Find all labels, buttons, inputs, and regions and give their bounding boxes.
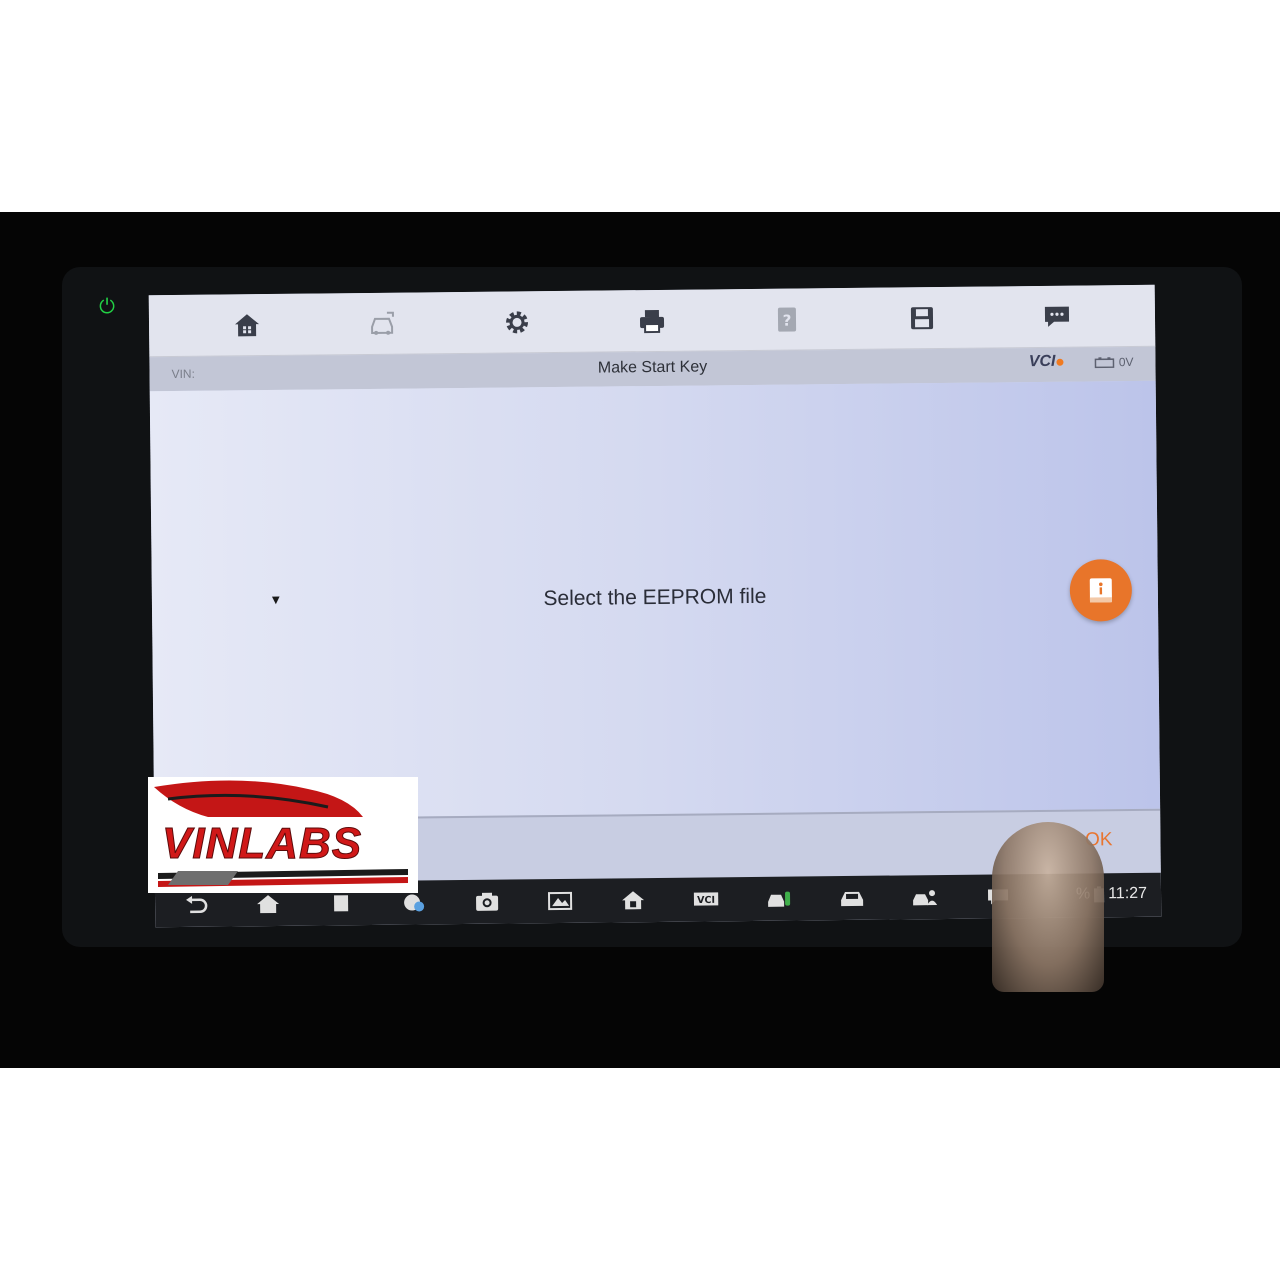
car-person-icon[interactable] (905, 882, 945, 912)
power-indicator-icon: ⏻ (99, 294, 115, 318)
clock: 11:27 (1108, 884, 1148, 903)
battery-voltage: 0V (1094, 354, 1134, 370)
top-toolbar: ? (148, 284, 1156, 358)
print-icon[interactable] (632, 300, 672, 340)
page-title: Make Start Key (597, 358, 708, 377)
help-icon[interactable]: ? (767, 299, 807, 339)
vehicle-swap-icon[interactable] (362, 303, 402, 343)
back-icon[interactable] (175, 890, 215, 920)
manual-help-button[interactable] (1069, 559, 1133, 622)
vinlabs-watermark-logo: VINLABS (148, 777, 418, 893)
voltage-value: 0V (1118, 354, 1134, 370)
car-battery-icon (1094, 357, 1115, 369)
vehicle-key-icon[interactable] (759, 884, 799, 914)
vci-label: VCI (1028, 352, 1056, 371)
svg-text:VCI: VCI (697, 895, 715, 906)
watermark-brand: VINLABS (161, 819, 363, 869)
instruction-message: Select the EEPROM file (543, 584, 767, 611)
user-finger (992, 822, 1104, 992)
car-icon[interactable] (832, 883, 872, 913)
save-icon[interactable] (902, 297, 942, 337)
vci-status-dot (1056, 358, 1064, 366)
message-icon[interactable] (1037, 296, 1077, 336)
home-icon[interactable] (248, 889, 288, 919)
camera-icon[interactable] (467, 887, 507, 917)
info-book-icon (1089, 578, 1112, 603)
vci-icon[interactable]: VCI (686, 884, 726, 914)
home-icon[interactable] (226, 305, 266, 345)
settings-gear-icon[interactable] (497, 302, 537, 342)
svg-text:?: ? (783, 311, 792, 329)
screenshot-icon[interactable] (540, 886, 580, 916)
home-app-icon[interactable] (613, 885, 653, 915)
vci-status: VCI (1029, 353, 1064, 371)
main-content: ▼ Select the EEPROM file (149, 380, 1161, 820)
